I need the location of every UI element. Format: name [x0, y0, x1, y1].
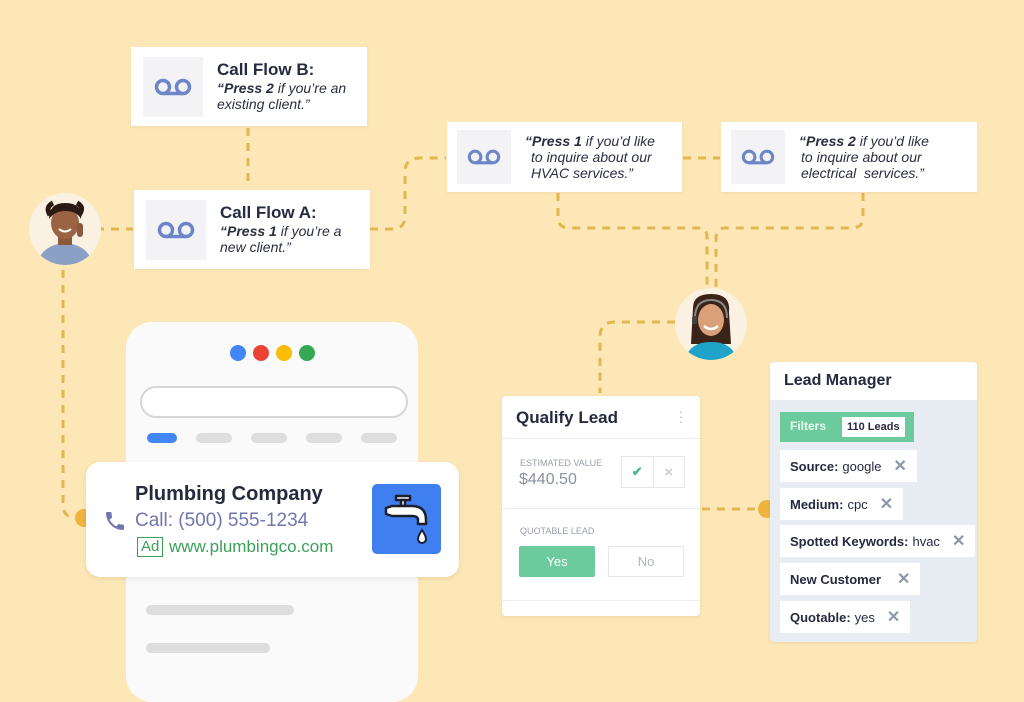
- placeholder-line: [146, 643, 270, 653]
- confirm-check-button[interactable]: ✔: [622, 457, 654, 487]
- faucet-icon-tile: [372, 484, 441, 554]
- more-options-icon[interactable]: · · ·: [678, 404, 684, 428]
- value-confirm-group: ✔ ✕: [621, 456, 685, 488]
- filter-chip-keywords[interactable]: Spotted Keywords: hvac ✕: [780, 525, 976, 557]
- call-flow-b-card[interactable]: Call Flow B: “Press 2 if you’re an exist…: [131, 47, 367, 126]
- lead-manager-title: Lead Manager: [784, 372, 892, 389]
- reject-x-button[interactable]: ✕: [654, 457, 685, 487]
- call-flow-b-line2: existing client.”: [217, 95, 310, 112]
- filter-value: hvac: [912, 533, 940, 549]
- voicemail-icon: [741, 149, 775, 165]
- company-name: Plumbing Company: [135, 483, 323, 505]
- search-tab-5[interactable]: [361, 433, 397, 443]
- voicemail-icon: [154, 78, 192, 95]
- remove-filter-icon[interactable]: ✕: [893, 456, 906, 476]
- voicemail-icon-box: [731, 130, 785, 184]
- search-ad-result[interactable]: Plumbing Company Call: (500) 555-1234 Ad…: [86, 462, 459, 577]
- quotable-lead-label: QUOTABLE LEAD: [520, 526, 595, 536]
- no-button[interactable]: No: [608, 546, 684, 577]
- call-flow-a-line1: if you’re a: [276, 222, 342, 239]
- placeholder-line: [146, 605, 294, 615]
- lead-count-badge: 110 Leads: [842, 417, 905, 437]
- remove-filter-icon[interactable]: ✕: [887, 607, 900, 627]
- menu-option-hvac-line1: if you’d like: [581, 133, 655, 149]
- connector-agent-qualify: [598, 320, 675, 393]
- filter-key: Medium:: [790, 496, 844, 512]
- qualify-lead-title: Qualify Lead: [516, 408, 619, 427]
- estimated-value: $440.50: [519, 471, 577, 488]
- call-flow-b-line1: if you’re an: [273, 79, 347, 96]
- filter-value: cpc: [847, 496, 868, 512]
- voicemail-icon-box: [146, 199, 206, 260]
- filter-key: Source:: [790, 458, 839, 474]
- voicemail-icon: [467, 149, 501, 165]
- menu-option-hvac-line3: HVAC services.”: [531, 165, 633, 181]
- faucet-icon: [384, 494, 428, 544]
- call-flow-b-text: Call Flow B: “Press 2 if you’re an exist…: [217, 59, 347, 112]
- caller-avatar: [29, 193, 101, 265]
- phone-icon: [106, 512, 124, 530]
- google-dot-red: [253, 345, 269, 361]
- call-flow-a-card[interactable]: Call Flow A: “Press 1 if you’re a new cl…: [134, 190, 370, 269]
- google-dot-blue: [230, 345, 246, 361]
- search-tab-2[interactable]: [196, 433, 232, 443]
- voicemail-icon: [157, 221, 195, 238]
- connector-elec-down: [714, 193, 865, 288]
- menu-option-electrical-line3: electrical services.”: [801, 165, 924, 181]
- filter-chip-source[interactable]: Source: google ✕: [780, 450, 917, 482]
- divider: [502, 508, 700, 509]
- agent-person-icon: [685, 294, 737, 360]
- qualify-lead-panel: Qualify Lead · · · ESTIMATED VALUE $440.50…: [502, 396, 700, 616]
- filter-chip-quotable[interactable]: Quotable: yes ✕: [780, 601, 911, 633]
- filter-key: Quotable:: [790, 609, 851, 625]
- connector-hvac-down: [556, 193, 709, 288]
- connector-flowa-hvac: [370, 156, 446, 231]
- menu-option-hvac-text: “Press 1 if you’d like to inquire about …: [525, 133, 655, 181]
- filter-chip-medium[interactable]: Medium: cpc ✕: [780, 488, 904, 520]
- remove-filter-icon[interactable]: ✕: [952, 531, 965, 551]
- search-tab-4[interactable]: [306, 433, 342, 443]
- menu-option-electrical-line1: if you’d like: [855, 133, 929, 149]
- call-phone-link[interactable]: Call: (500) 555-1234: [135, 510, 308, 532]
- google-dot-green: [299, 345, 315, 361]
- filters-bar[interactable]: Filters 110 Leads: [780, 412, 914, 442]
- menu-option-hvac-key: “Press 1: [525, 133, 582, 149]
- menu-option-electrical-line2: to inquire about our: [801, 149, 922, 165]
- voicemail-icon-box: [457, 130, 511, 184]
- search-input[interactable]: [140, 386, 408, 418]
- agent-avatar: [675, 288, 747, 360]
- divider: [502, 600, 700, 601]
- menu-option-electrical-card[interactable]: “Press 2 if you’d like to inquire about …: [721, 122, 977, 192]
- call-flow-a-key: “Press 1: [220, 222, 277, 239]
- menu-option-electrical-text: “Press 2 if you’d like to inquire about …: [799, 133, 929, 181]
- voicemail-icon-box: [143, 56, 203, 117]
- filter-value: google: [842, 458, 882, 474]
- connector-caller-ad: [61, 270, 75, 520]
- ad-badge: Ad: [137, 537, 164, 557]
- remove-filter-icon[interactable]: ✕: [880, 494, 893, 514]
- menu-option-electrical-key: “Press 2: [799, 133, 856, 149]
- estimated-value-label: ESTIMATED VALUE: [520, 458, 603, 468]
- menu-option-hvac-card[interactable]: “Press 1 if you’d like to inquire about …: [447, 122, 682, 192]
- remove-filter-icon[interactable]: ✕: [897, 569, 910, 589]
- filter-key: New Customer: [790, 571, 882, 587]
- lead-manager-panel: Lead Manager Filters 110 Leads Source: go…: [770, 362, 977, 642]
- yes-button[interactable]: Yes: [519, 546, 595, 577]
- website-link[interactable]: www.plumbingco.com: [169, 537, 333, 557]
- google-dot-yellow: [276, 345, 292, 361]
- caller-person-icon: [37, 200, 93, 265]
- filter-value: yes: [854, 609, 875, 625]
- filters-label: Filters: [790, 419, 827, 433]
- filter-key: Spotted Keywords:: [790, 533, 909, 549]
- search-tab-3[interactable]: [251, 433, 287, 443]
- call-flow-a-title: Call Flow A:: [220, 202, 317, 222]
- call-flow-b-key: “Press 2: [217, 79, 274, 96]
- filter-chip-new-customer[interactable]: New Customer ✕: [780, 563, 921, 595]
- divider: [502, 438, 700, 439]
- call-flow-a-text: Call Flow A: “Press 1 if you’re a new cl…: [220, 202, 342, 255]
- menu-option-hvac-line2: to inquire about our: [531, 149, 652, 165]
- call-flow-b-title: Call Flow B:: [217, 59, 315, 79]
- search-tab-all[interactable]: [147, 433, 177, 443]
- call-flow-a-line2: new client.”: [220, 238, 291, 255]
